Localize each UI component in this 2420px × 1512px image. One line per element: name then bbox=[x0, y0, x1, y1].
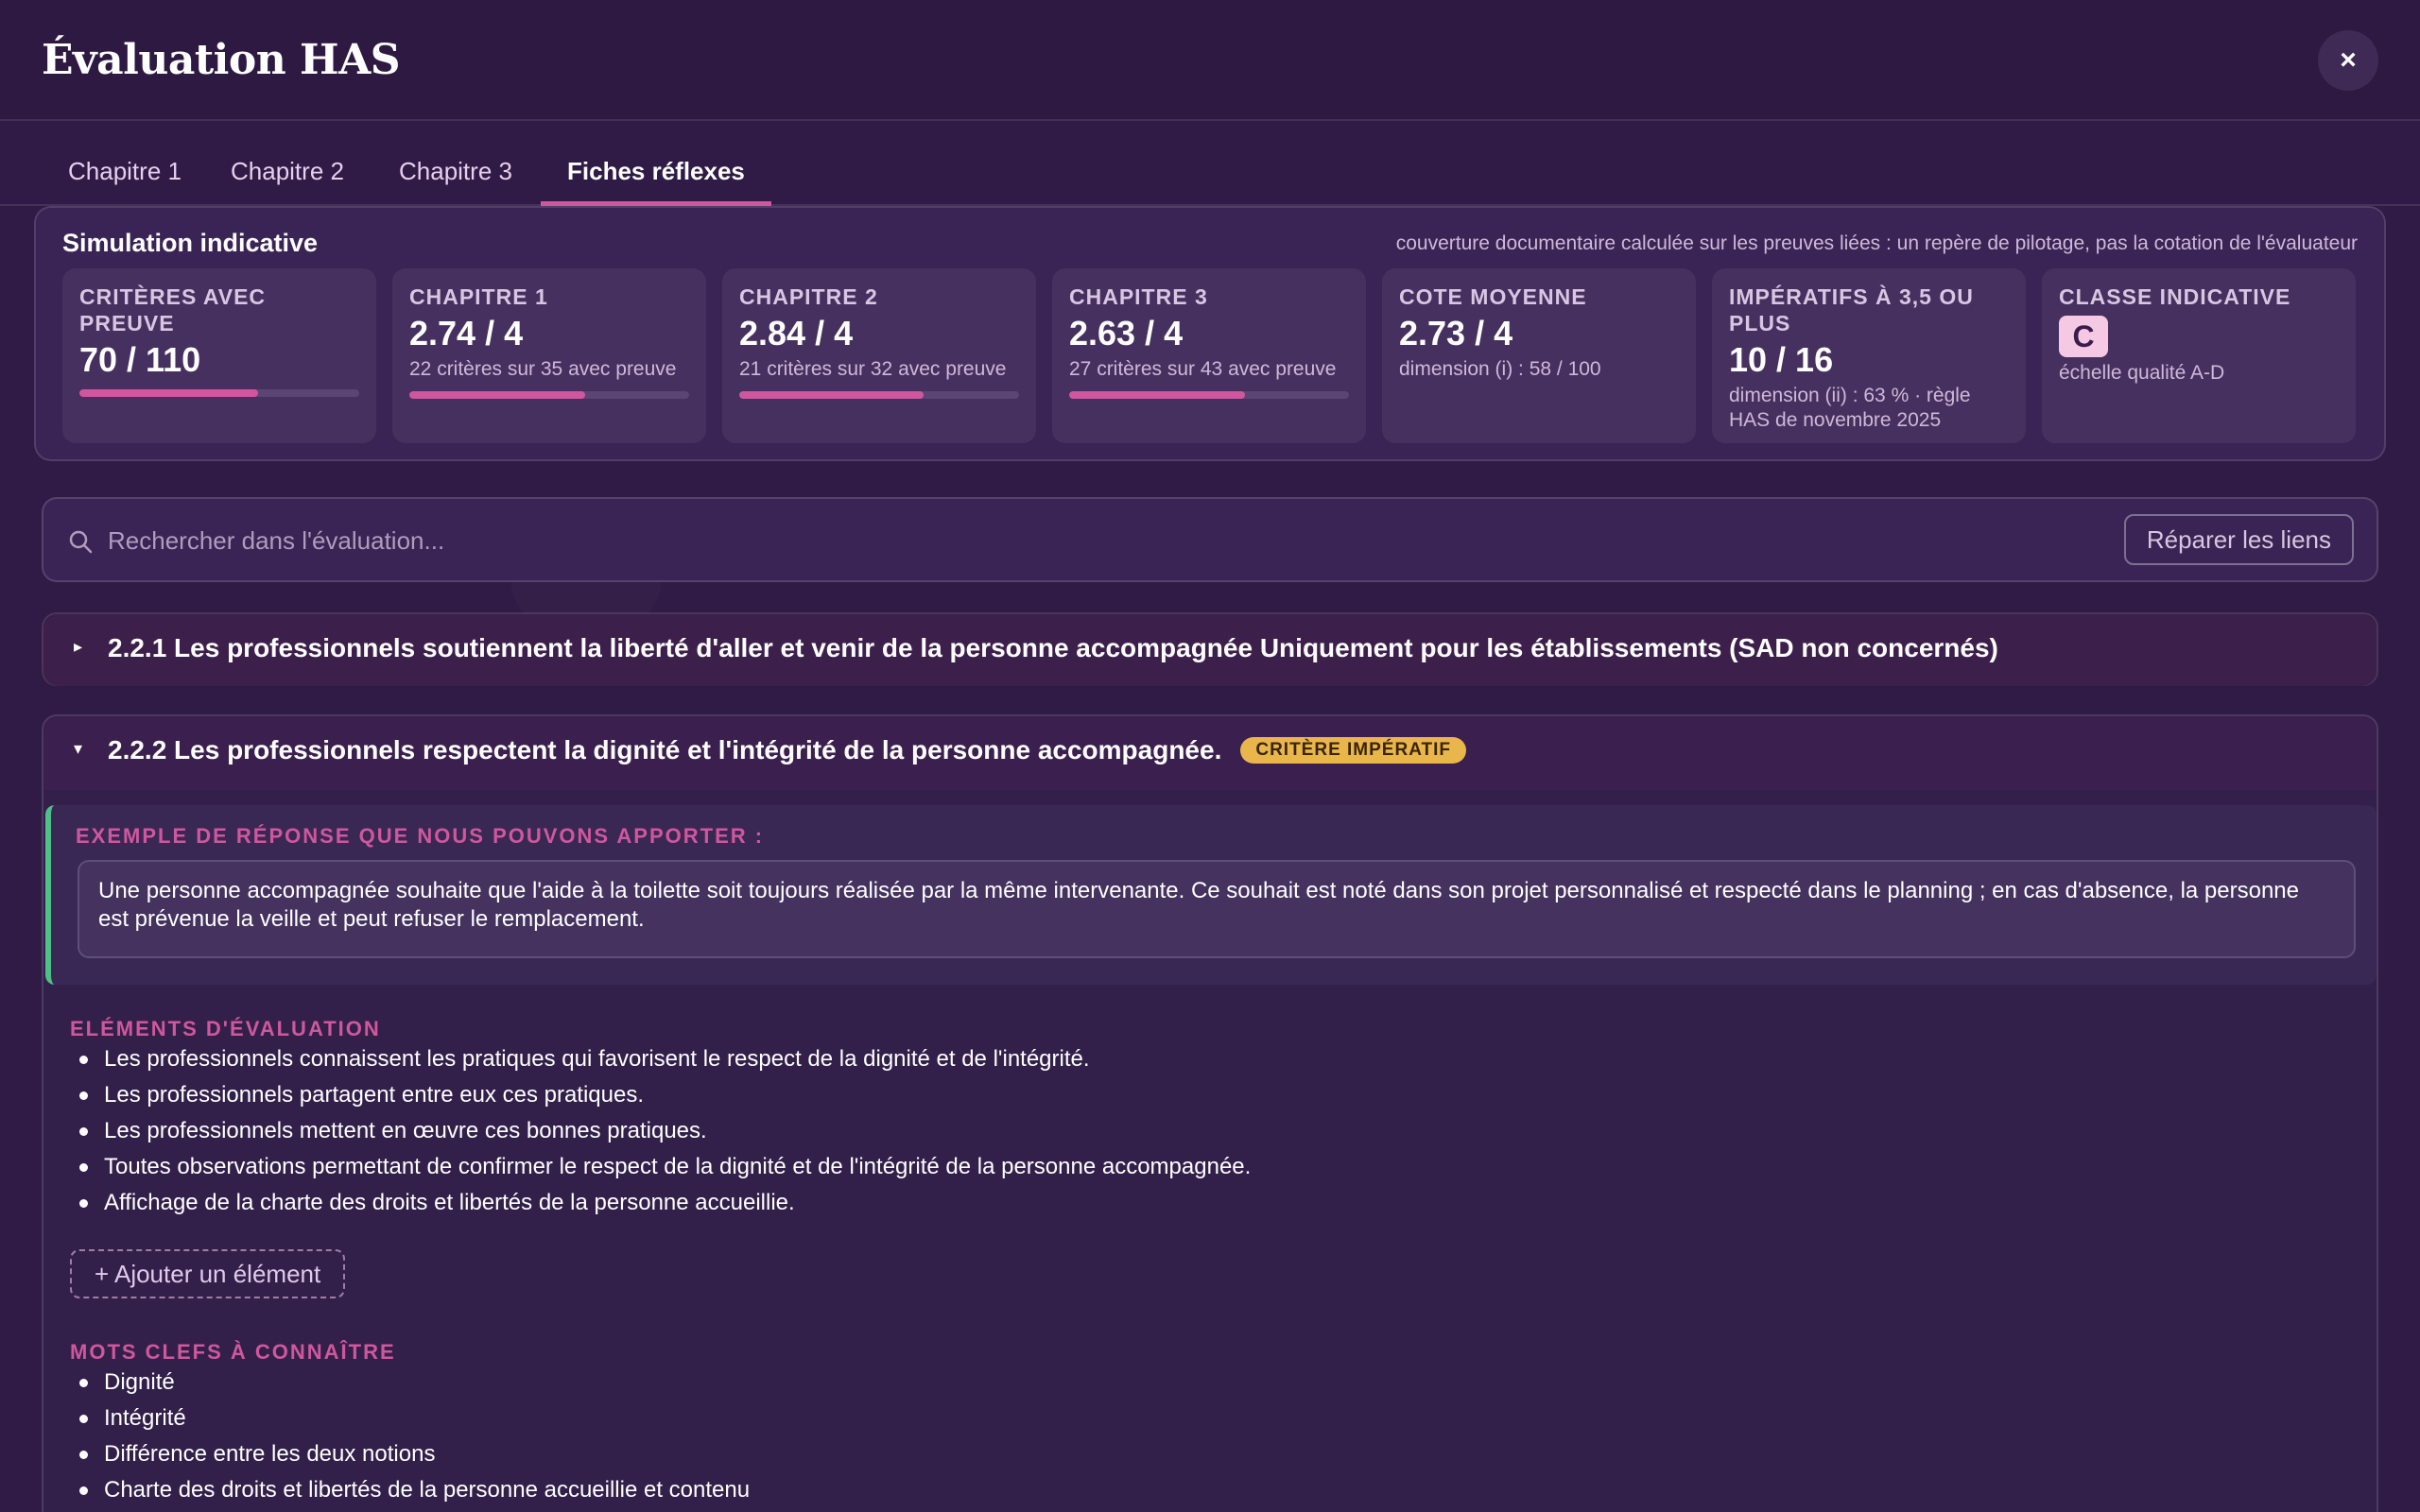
card-criteres-preuve: Critères avec preuve 70 / 110 bbox=[62, 268, 376, 443]
card-subtext: dimension (ii) : 63 % · règle HAS de nov… bbox=[1729, 385, 1971, 431]
progress-fill bbox=[739, 391, 925, 399]
example-label: Exemple de réponse que nous pouvons appo… bbox=[76, 824, 765, 848]
card-value: 2.74 / 4 bbox=[409, 314, 524, 352]
card-subtext: 21 critères sur 32 avec preuve bbox=[739, 358, 1007, 380]
list-item: Intégrité bbox=[70, 1400, 750, 1436]
search-input[interactable] bbox=[108, 518, 2055, 563]
search-icon bbox=[69, 530, 93, 554]
elements-list: Les professionnels connaissent les prati… bbox=[70, 1041, 1251, 1221]
tab-chapitre-2[interactable]: Chapitre 2 bbox=[204, 155, 371, 206]
card-label: Chapitre 3 bbox=[1069, 284, 1208, 309]
simulation-note: couverture documentaire calculée sur les… bbox=[1395, 232, 2358, 254]
simulation-title: Simulation indicative bbox=[62, 229, 319, 257]
list-item: Les professionnels connaissent les prati… bbox=[70, 1041, 1251, 1077]
card-subtext: échelle qualité A-D bbox=[2059, 362, 2225, 384]
card-value: 2.84 / 4 bbox=[739, 314, 854, 352]
simulation-panel: Simulation indicative couverture documen… bbox=[34, 206, 2386, 461]
criterion-header[interactable]: ▸ 2.2.1 Les professionnels soutiennent l… bbox=[43, 614, 2377, 686]
search-bar: Réparer les liens bbox=[42, 497, 2378, 582]
keywords-list: Dignité Intégrité Différence entre les d… bbox=[70, 1365, 750, 1508]
criterion-2-2-2: ▾ 2.2.2 Les professionnels respectent la… bbox=[42, 714, 2378, 1512]
card-label: Chapitre 2 bbox=[739, 284, 878, 309]
card-imperatifs: Impératifs à 3,5 ou plus 10 / 16 dimensi… bbox=[1712, 268, 2026, 443]
progress-fill bbox=[409, 391, 586, 399]
progress-bar bbox=[409, 391, 689, 399]
collapse-arrow-icon[interactable]: ▾ bbox=[74, 739, 82, 759]
card-subtext: 22 critères sur 35 avec preuve bbox=[409, 358, 677, 380]
expand-arrow-icon[interactable]: ▸ bbox=[74, 637, 82, 657]
list-item: Affichage de la charte des droits et lib… bbox=[70, 1185, 1251, 1221]
card-chapitre-2: Chapitre 2 2.84 / 4 21 critères sur 32 a… bbox=[722, 268, 1036, 443]
tab-fiches-reflexes[interactable]: Fiches réflexes bbox=[541, 155, 771, 206]
example-response: Exemple de réponse que nous pouvons appo… bbox=[45, 805, 2377, 985]
card-subtext: 27 critères sur 43 avec preuve bbox=[1069, 358, 1337, 380]
card-label: Classe indicative bbox=[2059, 284, 2291, 309]
list-item: Charte des droits et libertés de la pers… bbox=[70, 1472, 750, 1508]
keywords-label: Mots clefs à connaître bbox=[70, 1340, 396, 1364]
criterion-header[interactable]: ▾ 2.2.2 Les professionnels respectent la… bbox=[43, 716, 2377, 790]
list-item: Dignité bbox=[70, 1365, 750, 1400]
class-badge: C bbox=[2059, 316, 2108, 357]
repair-links-button[interactable]: Réparer les liens bbox=[2123, 514, 2354, 565]
card-subtext: dimension (i) : 58 / 100 bbox=[1399, 358, 1601, 380]
card-label: Cote moyenne bbox=[1399, 284, 1587, 309]
criterion-2-2-1[interactable]: ▸ 2.2.1 Les professionnels soutiennent l… bbox=[42, 612, 2378, 686]
card-value: 10 / 16 bbox=[1729, 340, 1834, 379]
criterion-title[interactable]: 2.2.2 Les professionnels respectent la d… bbox=[108, 735, 1467, 765]
page-title: Évaluation HAS bbox=[42, 36, 401, 84]
tab-bar: Chapitre 1 Chapitre 2 Chapitre 3 Fiches … bbox=[0, 121, 2420, 206]
card-chapitre-3: Chapitre 3 2.63 / 4 27 critères sur 43 a… bbox=[1052, 268, 1366, 443]
card-value: 70 / 110 bbox=[79, 340, 201, 379]
list-item: Différence entre les deux notions bbox=[70, 1436, 750, 1472]
card-chapitre-1: Chapitre 1 2.74 / 4 22 critères sur 35 a… bbox=[392, 268, 706, 443]
list-item: Toutes observations permettant de confir… bbox=[70, 1149, 1251, 1185]
card-value: 2.63 / 4 bbox=[1069, 314, 1184, 352]
card-value: 2.73 / 4 bbox=[1399, 314, 1513, 352]
card-classe-indicative: Classe indicative C échelle qualité A-D bbox=[2042, 268, 2356, 443]
progress-bar bbox=[739, 391, 1019, 399]
close-button[interactable]: × bbox=[2318, 30, 2378, 91]
card-label: Chapitre 1 bbox=[409, 284, 548, 309]
app-header: Évaluation HAS × bbox=[0, 0, 2420, 121]
progress-fill bbox=[1069, 391, 1246, 399]
add-element-button[interactable]: + Ajouter un élément bbox=[70, 1249, 346, 1298]
list-item: Les professionnels partagent entre eux c… bbox=[70, 1077, 1251, 1113]
card-label: Critères avec preuve bbox=[79, 284, 267, 335]
tab-chapitre-1[interactable]: Chapitre 1 bbox=[42, 155, 208, 206]
card-cote-moyenne: Cote moyenne 2.73 / 4 dimension (i) : 58… bbox=[1382, 268, 1696, 443]
elements-label: Eléments d'évaluation bbox=[70, 1017, 381, 1040]
criterion-title-text: 2.2.2 Les professionnels respectent la d… bbox=[108, 735, 1222, 765]
card-label: Impératifs à 3,5 ou plus bbox=[1729, 284, 1974, 335]
progress-bar bbox=[1069, 391, 1349, 399]
criterion-title[interactable]: 2.2.1 Les professionnels soutiennent la … bbox=[108, 633, 1998, 663]
example-text[interactable]: Une personne accompagnée souhaite que l'… bbox=[78, 860, 2356, 958]
progress-fill bbox=[79, 389, 259, 397]
imperatif-badge: CRITÈRE IMPÉRATIF bbox=[1240, 737, 1467, 764]
tab-chapitre-3[interactable]: Chapitre 3 bbox=[372, 155, 539, 206]
progress-bar bbox=[79, 389, 359, 397]
list-item: Les professionnels mettent en œuvre ces … bbox=[70, 1113, 1251, 1149]
